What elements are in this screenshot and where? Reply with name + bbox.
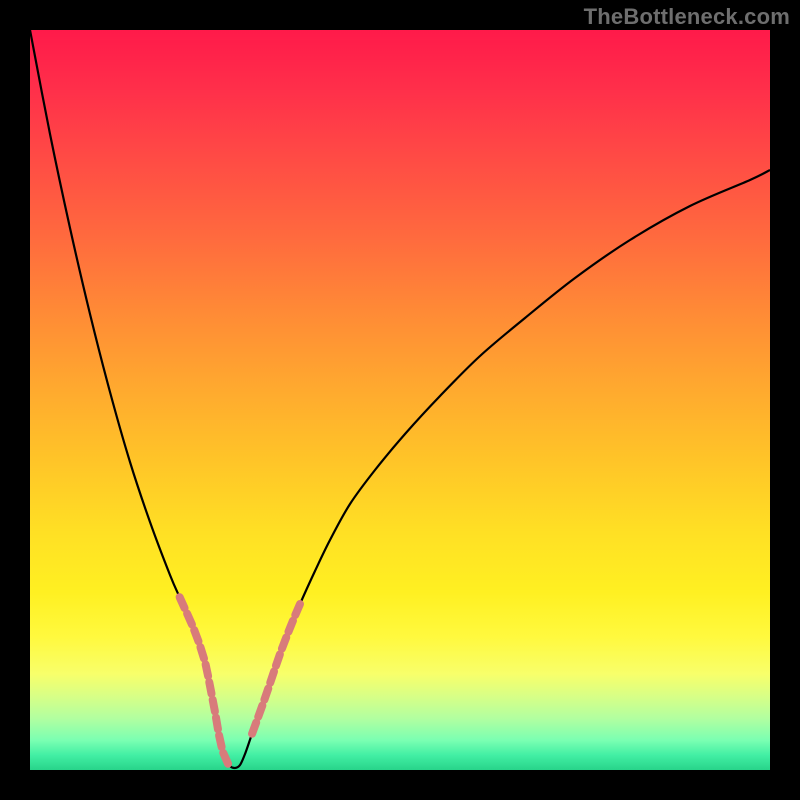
bottleneck-curve — [30, 30, 770, 768]
dash-segment — [252, 722, 256, 733]
dash-segment — [219, 735, 222, 747]
curve-layer — [30, 30, 770, 770]
chart-frame: TheBottleneck.com — [0, 0, 800, 800]
dash-segment — [209, 682, 211, 694]
dash-segment — [216, 717, 218, 729]
dash-segment — [200, 647, 204, 658]
dash-segment — [295, 604, 300, 615]
dash-segment — [258, 706, 262, 717]
dash-segment — [213, 700, 215, 712]
dash-segment — [194, 630, 198, 641]
dash-segment — [282, 637, 286, 648]
dash-overlay — [180, 597, 300, 764]
dash-segment — [276, 654, 280, 665]
plot-area — [30, 30, 770, 770]
dash-segment — [270, 671, 274, 682]
dash-segment — [187, 614, 192, 625]
dash-segment — [206, 664, 209, 676]
dash-segment — [223, 753, 228, 764]
dash-segment — [180, 597, 185, 608]
dash-segment — [288, 621, 292, 632]
watermark: TheBottleneck.com — [584, 4, 790, 30]
dash-segment — [264, 688, 268, 699]
